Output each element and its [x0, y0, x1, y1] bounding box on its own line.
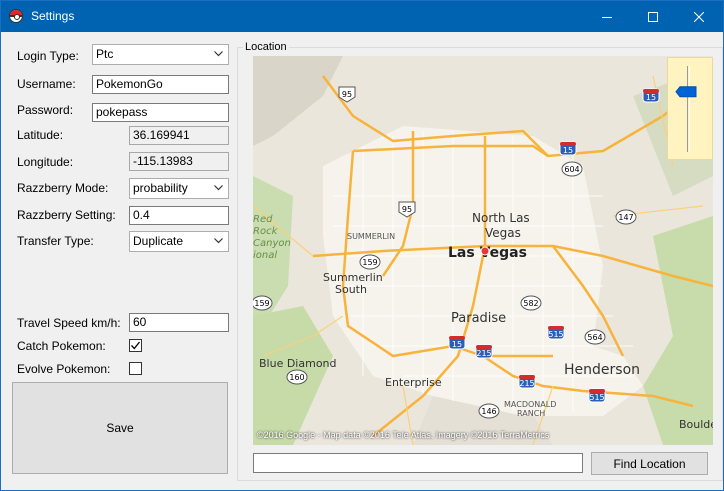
username-field[interactable]: PokemonGo: [92, 75, 229, 94]
shield-159-b: 159: [253, 295, 273, 311]
shield-i15-north: 15: [642, 88, 660, 103]
razzberry-mode-select[interactable]: probability: [129, 178, 229, 199]
svg-text:159: 159: [254, 299, 269, 308]
transfer-type-select[interactable]: Duplicate: [129, 231, 229, 252]
login-type-select[interactable]: Ptc: [92, 44, 229, 65]
close-button[interactable]: [676, 1, 722, 32]
shield-215-a: 215: [475, 344, 493, 359]
catch-pokemon-checkbox[interactable]: [129, 339, 142, 352]
shield-564: 564: [584, 329, 606, 345]
svg-text:215: 215: [476, 349, 491, 358]
shield-146: 146: [478, 403, 500, 419]
longitude-label: Longitude:: [17, 155, 74, 169]
shield-515-a: 515: [547, 325, 565, 340]
password-field[interactable]: pokepass: [92, 103, 229, 122]
title-bar: Settings: [1, 1, 723, 32]
map-view[interactable]: Las Vegas North Las Vegas Paradise Hende…: [253, 56, 713, 445]
transfer-type-label: Transfer Type:: [17, 234, 94, 248]
minimize-button[interactable]: [584, 1, 630, 32]
shield-604: 604: [561, 161, 583, 177]
place-boulder: Boulde: [679, 418, 713, 431]
razzberry-mode-label: Razzberry Mode:: [17, 181, 109, 195]
place-red-rock-3: Canyon: [253, 238, 291, 249]
login-type-value: Ptc: [96, 47, 114, 61]
place-enterprise: Enterprise: [385, 376, 442, 389]
svg-text:564: 564: [587, 333, 602, 342]
svg-text:160: 160: [289, 373, 304, 382]
place-macdonald-1: MACDONALD: [504, 400, 556, 409]
shield-147: 147: [615, 209, 637, 225]
username-label: Username:: [17, 77, 76, 91]
save-button[interactable]: Save: [12, 382, 228, 474]
pokeball-icon: [9, 9, 23, 23]
svg-text:604: 604: [564, 165, 579, 174]
shield-582: 582: [520, 295, 542, 311]
travel-speed-label: Travel Speed km/h:: [17, 316, 121, 330]
place-red-rock-1: Red: [253, 214, 273, 225]
map-canvas: Las Vegas North Las Vegas Paradise Hende…: [253, 56, 713, 445]
longitude-field[interactable]: -115.13983: [129, 152, 229, 171]
transfer-type-value: Duplicate: [133, 234, 184, 248]
svg-text:146: 146: [481, 407, 496, 416]
place-summerlin: SUMMERLIN: [347, 232, 395, 241]
svg-text:582: 582: [523, 299, 538, 308]
svg-text:15: 15: [646, 93, 656, 102]
place-north-las-vegas-2: Vegas: [485, 226, 521, 240]
svg-text:147: 147: [618, 213, 633, 222]
svg-text:515: 515: [548, 330, 563, 339]
chevron-down-icon: [214, 238, 223, 244]
place-henderson: Henderson: [564, 362, 640, 378]
shield-515-b: 515: [588, 388, 606, 403]
chevron-down-icon: [214, 185, 223, 191]
shield-i15-south: 15: [448, 335, 466, 350]
svg-text:95: 95: [402, 205, 412, 214]
razzberry-mode-value: probability: [133, 181, 188, 195]
svg-text:159: 159: [362, 258, 377, 267]
close-icon: [694, 11, 704, 22]
svg-text:15: 15: [563, 146, 573, 155]
window-title: Settings: [31, 9, 75, 23]
find-location-button[interactable]: Find Location: [591, 452, 708, 475]
place-north-las-vegas-1: North Las: [472, 211, 530, 225]
latitude-field[interactable]: 36.169941: [129, 126, 229, 145]
place-red-rock-2: Rock: [253, 226, 279, 237]
login-type-label: Login Type:: [17, 49, 79, 63]
maximize-icon: [648, 11, 658, 22]
razzberry-setting-label: Razzberry Setting:: [17, 208, 116, 222]
svg-text:15: 15: [452, 340, 462, 349]
razzberry-setting-field[interactable]: 0.4: [129, 206, 229, 225]
zoom-slider[interactable]: [668, 58, 712, 159]
place-paradise: Paradise: [451, 311, 506, 326]
check-icon: [131, 341, 141, 350]
place-red-rock-4: ional: [253, 250, 277, 261]
map-copyright: ©2016 Google - Map data ©2016 Tele Atlas…: [257, 430, 550, 440]
place-summerlin-south-2: South: [335, 283, 367, 296]
shield-160: 160: [286, 369, 308, 385]
evolve-pokemon-checkbox[interactable]: [129, 362, 142, 375]
svg-text:215: 215: [519, 379, 534, 388]
location-search-input[interactable]: [253, 453, 583, 473]
chevron-down-icon: [214, 51, 223, 57]
evolve-pokemon-label: Evolve Pokemon:: [17, 362, 111, 376]
place-blue-diamond: Blue Diamond: [259, 357, 337, 370]
shield-159-a: 159: [359, 254, 381, 270]
svg-text:515: 515: [589, 393, 604, 402]
travel-speed-field[interactable]: 60: [129, 313, 229, 332]
password-label: Password:: [17, 103, 74, 117]
latitude-label: Latitude:: [17, 128, 64, 142]
settings-window: Settings Login Type: Ptc Username: Pokem…: [0, 0, 724, 491]
maximize-button[interactable]: [630, 1, 676, 32]
shield-i15-mid: 15: [559, 141, 577, 156]
place-macdonald-2: RANCH: [517, 409, 545, 418]
catch-pokemon-label: Catch Pokemon:: [17, 339, 106, 353]
zoom-slider-thumb[interactable]: [675, 86, 697, 98]
location-marker-icon: [480, 246, 490, 256]
location-group-label: Location: [243, 41, 289, 53]
zoom-panel: [667, 57, 713, 160]
shield-215-b: 215: [518, 374, 536, 389]
minimize-icon: [602, 16, 612, 18]
svg-text:95: 95: [342, 90, 352, 99]
